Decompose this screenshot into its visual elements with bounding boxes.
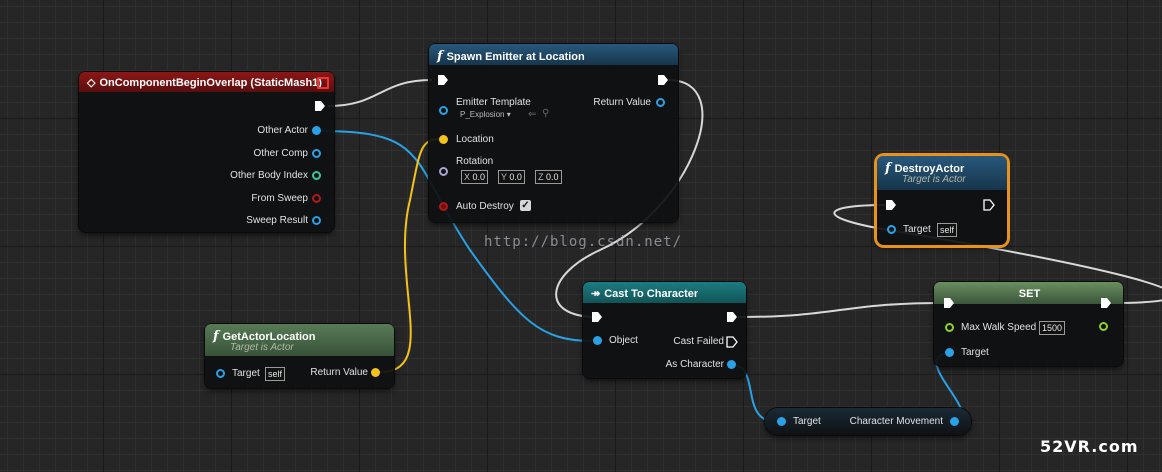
auto-destroy-checkbox[interactable]: ✓ [520,200,531,211]
other-comp-label: Other Comp [253,148,308,159]
location-label: Location [456,134,494,145]
event-diamond-icon: ◇ [87,77,96,89]
cast-node-header: ↠ Cast To Character [583,282,746,303]
getloc-node-header: f GetActorLocation Target is Actor [205,324,394,356]
other-comp-pin[interactable] [312,149,321,158]
exec-in-pin[interactable] [591,311,603,323]
event-node-title: OnComponentBeginOverlap (StaticMash1) [99,77,322,89]
auto-destroy-label: Auto Destroy [456,201,514,212]
target-label: Target [793,416,821,427]
exec-out-pin[interactable] [1100,297,1112,309]
rotation-y-field[interactable]: Y 0.0 [498,170,525,184]
rotation-x-tag: X [464,172,471,182]
exec-in-pin[interactable] [885,199,897,211]
emitter-template-dropdown[interactable]: P_Explosion ▾ [460,110,511,119]
max-walk-speed-field[interactable]: 1500 [1039,321,1066,335]
exec-wire [327,79,433,107]
cast-node-title: Cast To Character [604,288,699,300]
rotation-y-tag: Y [501,172,507,182]
return-value-label: Return Value [310,367,368,378]
event-node[interactable]: ◇ OnComponentBeginOverlap (StaticMash1) O… [79,72,334,232]
rotation-label: Rotation [456,156,494,167]
function-icon: f [437,49,443,64]
from-sweep-label: From Sweep [251,193,308,204]
return-value-pin[interactable] [656,98,665,107]
exec-out-pin[interactable] [726,311,738,323]
destroy-node-header: f DestroyActor Target is Actor [877,156,1007,190]
cast-to-character-node[interactable]: ↠ Cast To Character Object Cast Failed As… [583,282,746,378]
object-label: Object [609,335,638,346]
watermark-text: http://blog.csdn.net/ [484,234,683,250]
other-body-index-label: Other Body Index [230,170,308,181]
target-label: Target [903,224,931,235]
get-actor-location-node[interactable]: f GetActorLocation Target is Actor Target… [205,324,394,388]
cast-icon: ↠ [591,288,601,300]
target-self-field[interactable]: self [265,367,286,381]
destroy-node-subtitle: Target is Actor [902,174,966,185]
set-node[interactable]: SET Max Walk Speed 1500 Target [934,282,1123,366]
from-sweep-pin[interactable] [312,194,321,203]
sweep-result-pin[interactable] [312,216,321,225]
set-node-header: SET [934,282,1123,304]
target-label: Target [961,347,989,358]
brand-logo: 52VR.com [1040,437,1139,456]
exec-out-pin[interactable] [314,100,326,112]
exec-out-pin[interactable] [657,74,669,86]
other-body-index-pin[interactable] [312,171,321,180]
sweep-result-label: Sweep Result [246,215,308,226]
rotation-z-field[interactable]: Z 0.0 [535,170,562,184]
auto-destroy-pin[interactable] [439,202,448,211]
object-pin[interactable] [593,336,602,345]
spawn-node-title: Spawn Emitter at Location [446,51,585,63]
spawn-emitter-node[interactable]: f Spawn Emitter at Location Emitter Templ… [429,44,678,222]
return-value-label: Return Value [593,97,651,108]
character-movement-pin[interactable] [950,417,959,426]
emitter-template-value: P_Explosion [460,110,505,119]
event-node-header: ◇ OnComponentBeginOverlap (StaticMash1) [79,72,334,92]
cast-failed-pin[interactable] [726,336,738,348]
location-pin[interactable] [439,135,448,144]
rotation-y-value: 0.0 [509,172,522,182]
cast-failed-label: Cast Failed [673,336,724,347]
exec-wire [737,302,945,318]
exec-in-pin[interactable] [943,297,955,309]
max-walk-speed-label: Max Walk Speed [961,322,1037,333]
destroy-actor-node[interactable]: f DestroyActor Target is Actor Target sel… [877,156,1007,245]
search-icon[interactable]: ⚲ [542,108,549,119]
arrow-left-icon[interactable]: ⇐ [528,109,536,120]
as-character-pin[interactable] [727,360,736,369]
target-pin[interactable] [887,225,896,234]
function-icon: f [885,161,891,176]
target-pin[interactable] [216,369,225,378]
rotation-x-field[interactable]: X 0.0 [461,170,489,184]
target-label: Target [232,368,260,379]
emitter-template-pin[interactable] [439,106,448,115]
set-node-title: SET [1018,288,1041,300]
spawn-node-header: f Spawn Emitter at Location [429,44,678,65]
exec-out-pin[interactable] [983,199,995,211]
getloc-node-subtitle: Target is Actor [230,342,294,353]
rotation-z-value: 0.0 [546,172,559,182]
max-walk-speed-pin[interactable] [945,323,954,332]
target-self-field[interactable]: self [937,223,958,237]
character-movement-node[interactable]: Target Character Movement [765,408,971,435]
as-character-label: As Character [665,359,724,370]
other-actor-label: Other Actor [257,125,308,136]
target-pin[interactable] [945,348,954,357]
close-icon[interactable] [317,77,329,89]
emitter-template-label: Emitter Template [456,97,531,108]
max-walk-speed-out-pin[interactable] [1099,322,1108,331]
exec-in-pin[interactable] [437,74,449,86]
rotation-pin[interactable] [439,167,448,176]
character-movement-label: Character Movement [849,416,943,427]
rotation-x-value: 0.0 [472,172,486,182]
other-actor-pin[interactable] [312,126,321,135]
function-icon: f [213,329,219,344]
return-value-pin[interactable] [371,368,380,377]
rotation-z-tag: Z [538,172,544,182]
target-pin[interactable] [777,417,786,426]
